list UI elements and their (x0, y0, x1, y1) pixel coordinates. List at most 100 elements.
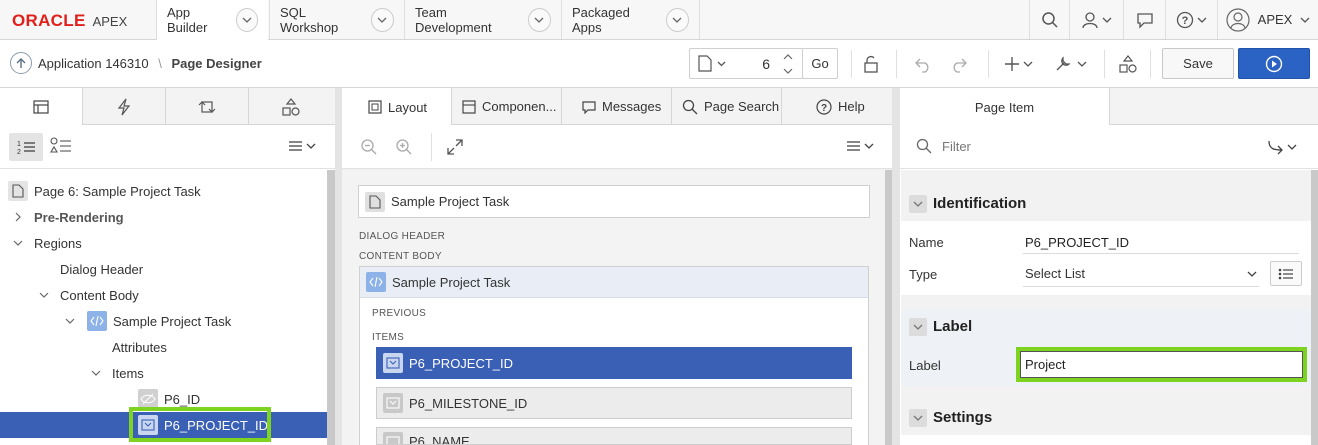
breadcrumb-separator: \ (158, 56, 162, 71)
toolbar-divider (1150, 50, 1151, 78)
utilities-wrench-icon[interactable] (1054, 55, 1088, 73)
save-button[interactable]: Save (1162, 48, 1234, 79)
hamburger-menu-icon (288, 139, 318, 153)
svg-text:?: ? (1181, 15, 1188, 27)
chevron-down-icon[interactable] (37, 292, 51, 298)
group-label-header[interactable]: Label (901, 309, 1311, 344)
go-button[interactable]: Go (802, 48, 838, 79)
tree-node-regions[interactable]: Regions (0, 230, 327, 256)
tree-node-label: Items (112, 365, 144, 381)
tree-node-page[interactable]: Page 6: Sample Project Task (0, 178, 327, 204)
redo-icon[interactable] (950, 55, 968, 73)
label-text-field[interactable]: Project (1020, 351, 1303, 378)
search-button[interactable] (1029, 0, 1069, 39)
chevron-down-icon[interactable] (527, 7, 551, 32)
tree-node-region-sample-project-task[interactable]: Sample Project Task (0, 308, 327, 334)
processing-icon (198, 99, 216, 115)
oracle-apex-logo[interactable]: ORACLE APEX (12, 11, 127, 31)
tab-layout[interactable]: Layout (342, 88, 452, 126)
tree-node-items[interactable]: Items (0, 360, 327, 386)
svg-text:2: 2 (17, 149, 21, 155)
pane-splitter[interactable] (335, 88, 342, 445)
tab-dynamic-actions[interactable] (83, 88, 166, 125)
administration-menu-button[interactable] (1069, 0, 1123, 39)
tab-help[interactable]: ? Help (782, 88, 892, 125)
type-select[interactable]: Select List (1023, 261, 1259, 287)
nav-tab-packaged-apps[interactable]: Packaged Apps (561, 0, 700, 39)
breadcrumb-current-page: Page Designer (171, 56, 262, 71)
hidden-item-icon (138, 389, 158, 409)
tab-label: Layout (388, 99, 428, 115)
nav-tab-sql-workshop[interactable]: SQL Workshop (269, 0, 404, 39)
chevron-right-icon[interactable] (11, 212, 25, 222)
chevron-down-icon[interactable] (63, 318, 77, 324)
tab-page-search[interactable]: Page Search (672, 88, 782, 125)
help-menu-button[interactable]: ? (1165, 0, 1217, 39)
tree-scrollbar[interactable] (327, 170, 335, 445)
expand-icon[interactable] (446, 138, 464, 156)
lock-icon[interactable] (862, 55, 880, 73)
group-identification-header[interactable]: Identification (901, 186, 1311, 221)
chevron-down-icon[interactable] (370, 7, 394, 32)
tab-processing[interactable] (166, 88, 249, 125)
shared-components-icon[interactable] (1119, 55, 1137, 73)
layout-scrollbar[interactable] (885, 170, 892, 445)
layout-item-p6-project-id[interactable]: P6_PROJECT_ID (376, 347, 852, 379)
previous-position: PREVIOUS (372, 308, 427, 319)
chevron-down-icon[interactable] (665, 7, 689, 32)
numbered-list-icon: 12 (16, 139, 36, 155)
property-scrollbar[interactable] (1311, 170, 1318, 445)
chevron-down-icon[interactable] (89, 370, 103, 376)
save-and-run-button[interactable] (1238, 48, 1310, 79)
zoom-out-icon[interactable] (360, 138, 378, 156)
tree-node-attributes[interactable]: Attributes (0, 334, 327, 360)
group-by-processing-order-button[interactable] (50, 137, 72, 157)
collapse-icon[interactable] (909, 408, 927, 427)
tab-rendering[interactable] (0, 88, 83, 126)
collapse-icon[interactable] (909, 194, 927, 213)
create-menu-icon[interactable] (1004, 55, 1034, 73)
tab-page-item[interactable]: Page Item (900, 88, 1110, 126)
page-layout-header[interactable]: Sample Project Task (358, 185, 870, 218)
nav-tab-team-development[interactable]: Team Development (404, 0, 561, 39)
page-number-input[interactable]: 6 (740, 56, 770, 72)
type-property-label: Type (909, 267, 938, 282)
tree-node-dialog-header[interactable]: Dialog Header (0, 256, 327, 282)
group-by-component-type-button[interactable]: 12 (9, 133, 43, 161)
tree-node-content-body[interactable]: Content Body (0, 282, 327, 308)
go-to-group-button[interactable] (1268, 139, 1300, 155)
collapse-icon[interactable] (909, 317, 927, 336)
tab-shared-components[interactable] (249, 88, 332, 125)
chevron-down-icon[interactable] (235, 8, 258, 32)
layout-menu-button[interactable] (846, 139, 876, 153)
nav-tab-app-builder[interactable]: App Builder (156, 0, 268, 40)
nav-tab-label: SQL Workshop (280, 4, 339, 35)
region-header[interactable]: Sample Project Task (360, 267, 868, 298)
group-spacer (901, 295, 1311, 309)
property-filter-input[interactable]: Filter (942, 139, 971, 154)
user-menu-button[interactable]: APEX (1217, 0, 1318, 39)
zoom-in-icon[interactable] (395, 138, 413, 156)
up-arrow-icon[interactable] (10, 52, 32, 74)
name-property-value[interactable]: P6_PROJECT_ID (1025, 235, 1129, 250)
tab-messages[interactable]: Messages (562, 88, 672, 125)
group-settings-header[interactable]: Settings (901, 400, 1311, 435)
undo-icon[interactable] (914, 55, 932, 73)
feedback-button[interactable] (1123, 0, 1165, 39)
apex-wordmark: APEX (92, 13, 128, 29)
toolbar-divider (851, 50, 852, 78)
pane-splitter[interactable] (892, 88, 900, 445)
search-icon (1041, 11, 1059, 29)
chevron-down-icon[interactable] (11, 240, 25, 246)
breadcrumb-application-link[interactable]: Application 146310 (38, 56, 149, 71)
tree-node-label: Regions (34, 235, 82, 251)
type-list-button[interactable] (1270, 261, 1302, 286)
tab-component-view[interactable]: Componen... (452, 88, 562, 125)
layout-item-p6-milestone-id[interactable]: P6_MILESTONE_ID (376, 387, 852, 419)
page-stepper[interactable] (781, 50, 795, 78)
select-list-item-icon (383, 393, 403, 413)
layout-item-p6-name[interactable]: P6_NAME (376, 427, 852, 445)
tree-menu-button[interactable] (288, 139, 318, 153)
tree-node-pre-rendering[interactable]: Pre-Rendering (0, 204, 327, 230)
layout-item-label: P6_MILESTONE_ID (409, 395, 528, 411)
